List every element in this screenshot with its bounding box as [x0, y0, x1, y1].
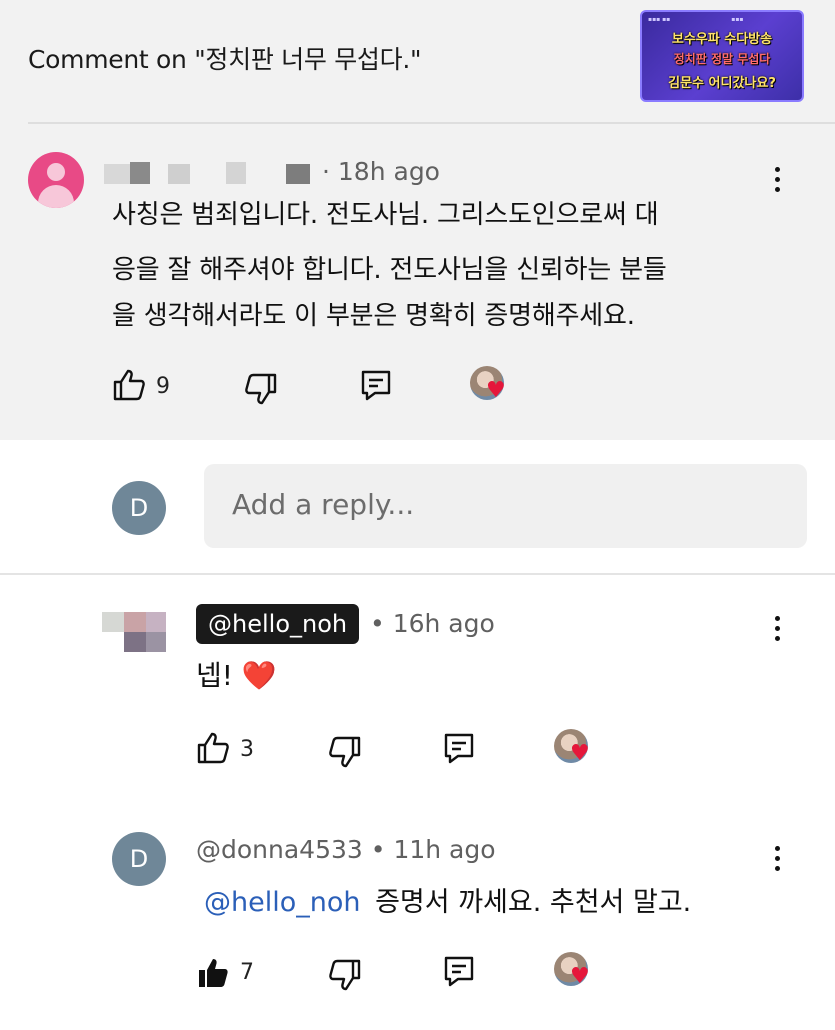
like-count: 3: [240, 737, 254, 762]
author-badge[interactable]: @hello_noh: [196, 604, 360, 644]
section-divider: [0, 573, 835, 575]
thumbs-down-icon[interactable]: [244, 372, 278, 406]
comment-text-line-1: 사칭은 범죄입니다. 전도사님. 그리스도인으로써 대: [112, 200, 659, 230]
heart-emoji-icon: ❤️: [241, 659, 277, 692]
thumbs-up-filled-icon[interactable]: [196, 956, 230, 990]
thumbnail-text-2: 정치판 정말 무섭다: [673, 52, 771, 66]
reply-timestamp: • 16h ago: [370, 609, 495, 638]
like-count: 9: [156, 374, 170, 399]
thumbs-up-icon[interactable]: [112, 368, 146, 402]
more-vert-icon[interactable]: [766, 842, 790, 876]
thumbnail-text-3: 김문수 어디갔나요?: [668, 76, 776, 91]
thumbnail-strip: ▪▪▪ ▪▪ ▪▪▪: [648, 16, 744, 23]
user-avatar[interactable]: D: [112, 481, 166, 535]
mention-link[interactable]: @hello_noh: [204, 887, 361, 918]
comment-timestamp: · 18h ago: [322, 157, 440, 186]
header-divider: [28, 122, 835, 124]
reply-icon[interactable]: [442, 731, 476, 765]
avatar-head-shape: [47, 163, 65, 181]
reply-icon[interactable]: [359, 368, 393, 402]
reply-icon[interactable]: [442, 954, 476, 988]
creator-heart-icon: ♥: [470, 366, 510, 406]
user-avatar[interactable]: D: [112, 832, 166, 886]
heart-icon: ♥: [570, 741, 590, 766]
comment-text-line-3: 을 생각해서라도 이 부분은 명확히 증명해주세요.: [112, 301, 635, 331]
reply-author[interactable]: @donna4533: [196, 835, 363, 864]
blurred-username[interactable]: [104, 160, 314, 186]
blurred-avatar[interactable]: [102, 612, 166, 654]
reply-text: 넵! ❤️: [196, 654, 277, 694]
like-count: 7: [240, 960, 254, 985]
reply-timestamp: • 11h ago: [370, 835, 496, 864]
thumbnail-text-1: 보수우파 수다방송: [671, 32, 773, 47]
more-vert-icon[interactable]: [766, 612, 790, 646]
reply-text-content: 증명서 까세요. 추천서 말고.: [375, 887, 692, 918]
page-title: Comment on "정치판 너무 무섭다.": [28, 45, 422, 74]
thumbs-up-icon[interactable]: [196, 731, 230, 765]
creator-heart-icon: ♥: [554, 729, 594, 769]
more-vert-icon[interactable]: [766, 163, 790, 197]
creator-heart-icon: ♥: [554, 952, 594, 992]
reply-author-line: @donna4533 • 11h ago: [196, 835, 496, 864]
heart-icon: ♥: [486, 378, 506, 403]
reply-text: @hello_noh 증명서 까세요. 추천서 말고.: [204, 880, 691, 919]
heart-icon: ♥: [570, 964, 590, 989]
avatar-body-shape: [38, 185, 74, 208]
reply-text-content: 넵!: [196, 659, 233, 692]
reply-input-placeholder: Add a reply...: [232, 488, 415, 521]
commenter-avatar[interactable]: [28, 152, 84, 208]
thumbs-down-icon[interactable]: [328, 735, 362, 769]
thumbs-down-icon[interactable]: [328, 958, 362, 992]
video-thumbnail[interactable]: ▪▪▪ ▪▪ ▪▪▪ 보수우파 수다방송 정치판 정말 무섭다 김문수 어디갔나…: [640, 10, 804, 102]
